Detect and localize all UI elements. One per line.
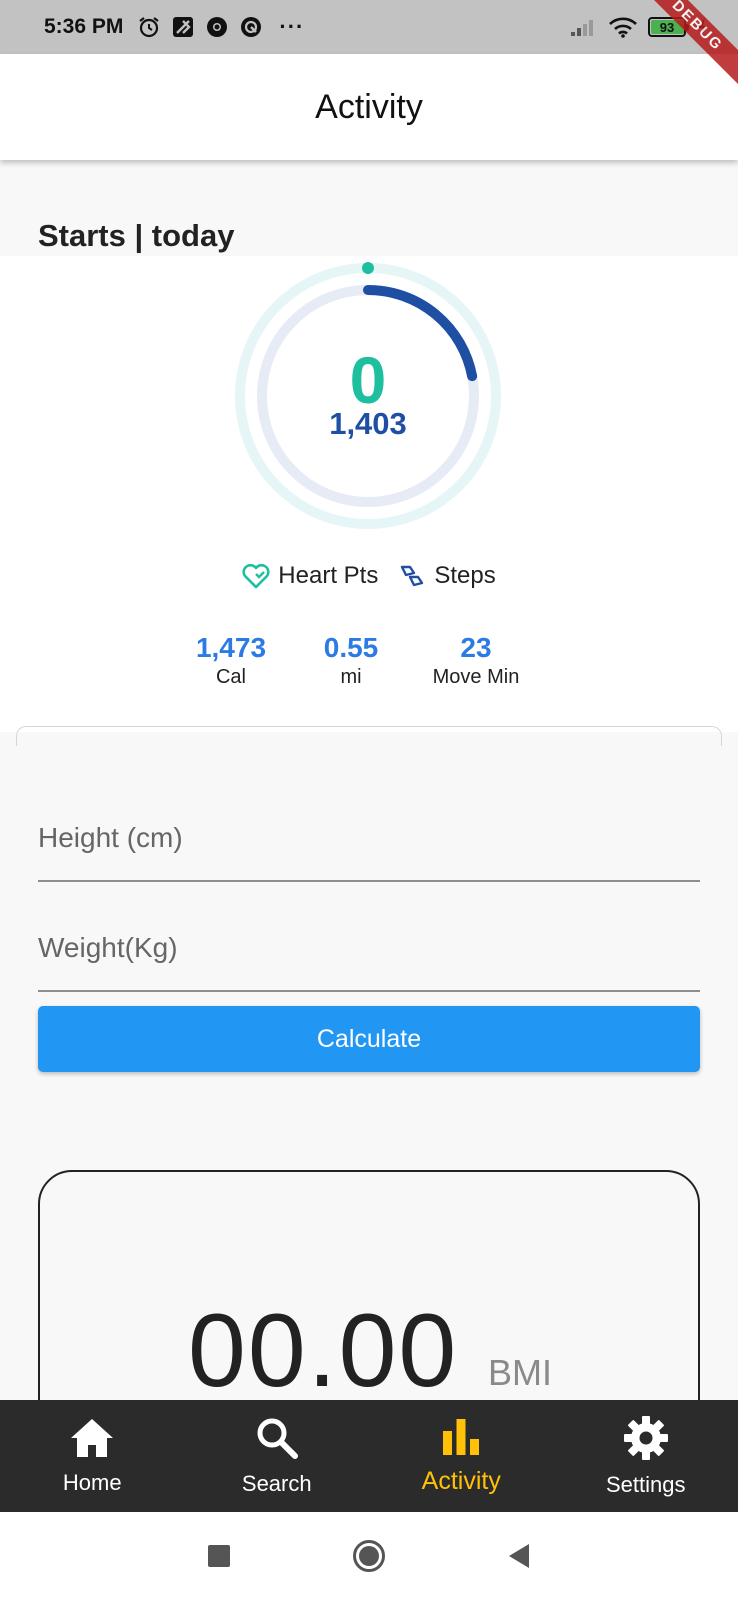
legend-steps: Steps [398,562,496,590]
home-button[interactable] [349,1536,389,1576]
stat-calories: 1,473 Cal [171,632,291,689]
calculate-button[interactable]: Calculate [38,1006,700,1072]
nav-item-search[interactable]: Search [185,1400,370,1512]
legend-heart-points: Heart Pts [242,562,378,590]
height-placeholder: Height (cm) [38,822,183,853]
overflow-dots: ··· [279,14,305,39]
card-edge [16,726,722,746]
status-time: 5:36 PM [44,15,124,38]
heart-icon [242,563,270,589]
signal-icon [571,20,593,36]
weight-placeholder: Weight(Kg) [38,932,178,963]
chrome-icon [207,17,228,37]
notification-icons: ··· [137,14,304,40]
page-title: Activity [315,87,423,126]
bar-chart-icon [443,1418,480,1455]
heart-progress-dot [362,262,374,274]
wifi-icon [609,17,637,38]
square-icon [208,1545,230,1567]
alarm-icon [139,17,160,38]
legend-heart-label: Heart Pts [278,562,379,589]
screen: 5:36 PM ··· 93 DEBUG Activity Starts | t… [0,0,738,1600]
home-icon [71,1419,114,1457]
stat-label: Move Min [432,666,520,688]
nav-label-home: Home [62,1470,122,1495]
nav-label-activity: Activity [421,1466,501,1495]
stat-label: mi [340,666,362,688]
sync-icon [241,17,262,37]
footsteps-icon [401,565,424,587]
back-button[interactable] [499,1536,539,1576]
bottom-navigation: Home Search Activity Settings [0,1400,738,1512]
recents-button[interactable] [199,1536,239,1576]
system-navigation-bar [0,1512,738,1600]
weight-field[interactable]: Weight(Kg) [38,902,700,992]
bmi-value: 00.00 [188,1293,459,1409]
nav-label-search: Search [241,1471,312,1496]
back-triangle-icon [509,1544,529,1568]
section-heading: Starts | today [38,218,235,253]
circle-icon [353,1540,385,1572]
legend-steps-label: Steps [434,562,496,589]
stat-distance: 0.55 mi [291,632,411,689]
stat-value: 1,473 [195,632,267,663]
height-field[interactable]: Height (cm) [38,792,700,882]
activity-stats: 1,473 Cal 0.55 mi 23 Move Min [0,632,738,689]
search-icon [257,1418,298,1459]
stat-label: Cal [215,666,246,688]
battery-level: 93 [659,19,675,35]
nav-item-home[interactable]: Home [0,1400,185,1512]
stat-value: 0.55 [323,632,379,663]
nav-item-activity[interactable]: Activity [369,1400,554,1512]
nav-label-settings: Settings [606,1472,686,1497]
ring-legend: Heart Pts Steps [0,562,738,590]
app-bar: Activity [0,54,738,160]
bmi-unit: BMI [488,1352,553,1393]
steps-value: 1,403 [329,406,407,441]
stat-move-minutes: 23 Move Min [411,632,541,689]
nav-item-settings[interactable]: Settings [554,1400,738,1512]
stat-value: 23 [460,632,492,663]
activity-summary-card[interactable]: 0 1,403 Heart Pts Steps 1,473 Cal 0.55 m… [0,256,738,732]
gear-icon [623,1416,668,1460]
maps-icon [173,17,194,37]
status-bar: 5:36 PM ··· 93 [0,0,738,54]
